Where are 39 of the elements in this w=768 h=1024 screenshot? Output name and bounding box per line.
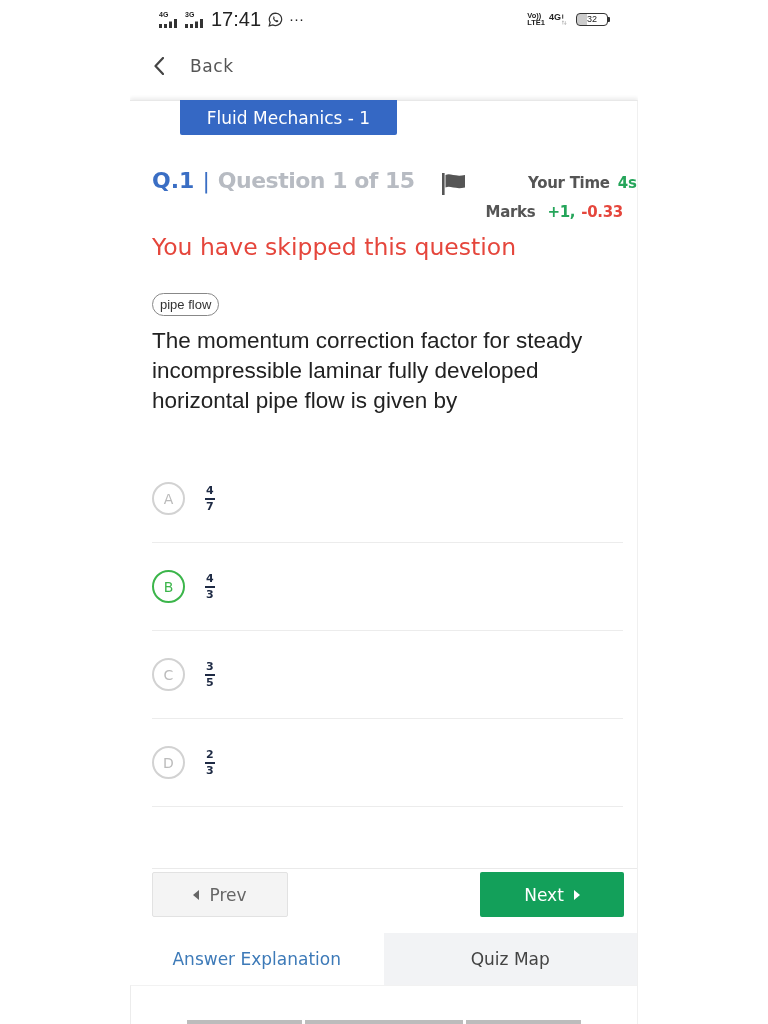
tab[interactable]: Quiz Map xyxy=(383,933,637,985)
marks-negative: -0.33 xyxy=(581,202,623,222)
skipped-message: You have skipped this question xyxy=(152,232,518,262)
battery-indicator: 32 xyxy=(576,12,610,26)
marks-label: Marks xyxy=(485,202,536,222)
marks-positive: +1, xyxy=(547,202,576,222)
phone-bubble-icon xyxy=(268,11,284,27)
data-arrows-icon xyxy=(562,13,567,25)
fraction-denominator: 7 xyxy=(206,499,214,513)
next-button[interactable]: Next xyxy=(480,872,624,917)
prev-button[interactable]: Prev xyxy=(152,872,288,917)
flag-icon[interactable] xyxy=(441,173,466,195)
question-text: The momentum correction factor for steady incompressible laminar fully developed horizontal pipe flow is given by xyxy=(152,327,584,415)
fraction-numerator: 3 xyxy=(205,660,215,676)
option-radio[interactable]: A xyxy=(152,482,185,515)
caret-right-icon xyxy=(573,889,580,900)
option-radio[interactable]: B xyxy=(152,570,185,603)
fraction-numerator: 2 xyxy=(205,748,215,764)
subject-badge: Fluid Mechanics - 1 xyxy=(180,100,397,135)
more-indicator: ··· xyxy=(289,12,305,26)
back-button[interactable]: Back xyxy=(154,56,234,76)
signal-bars-icon xyxy=(159,18,178,28)
fraction-numerator: 4 xyxy=(205,484,215,500)
signal-bars-icon xyxy=(185,18,204,28)
fraction-numerator: 4 xyxy=(205,572,215,588)
caret-left-icon xyxy=(193,889,200,900)
clock-time: 17:41 xyxy=(211,8,262,30)
separator-text: | xyxy=(202,168,210,193)
time-value: 4s xyxy=(617,174,637,192)
option-radio[interactable]: C xyxy=(152,658,185,691)
question-number: Q.1 xyxy=(152,168,195,193)
fraction-denominator: 5 xyxy=(206,675,214,689)
fraction-denominator: 3 xyxy=(206,763,214,777)
network-type-label: 4G xyxy=(548,11,561,22)
question-counter: Question 1 of 15 xyxy=(217,168,415,193)
fraction-denominator: 3 xyxy=(206,587,214,601)
option-radio[interactable]: D xyxy=(152,746,185,779)
time-label: Your Time xyxy=(528,174,610,192)
back-chevron-icon xyxy=(154,57,164,75)
